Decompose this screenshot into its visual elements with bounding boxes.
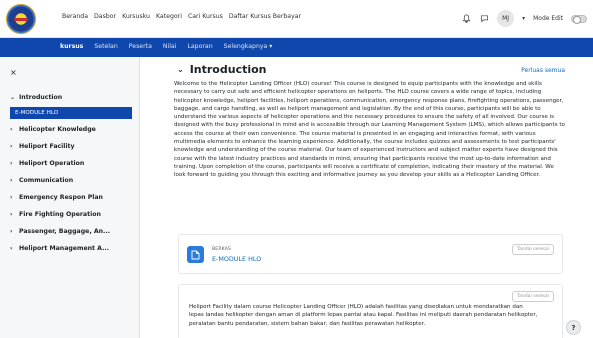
chevron-right-icon[interactable]: › [10, 245, 19, 252]
sidebar-item-label: Communication [19, 177, 74, 184]
chevron-right-icon[interactable]: › [10, 211, 19, 218]
section-header[interactable]: ⌄ Introduction [177, 63, 267, 76]
sidebar-item-label: Heliport Management A... [19, 245, 110, 252]
nav-dasbor[interactable]: Dasbor [94, 13, 116, 20]
user-avatar[interactable]: MJ [497, 10, 515, 27]
edit-mode-toggle[interactable] [571, 14, 587, 24]
chevron-right-icon[interactable]: › [10, 228, 19, 235]
tab-selengkapnya[interactable]: Selengkapnya ▾ [224, 43, 273, 50]
sidebar-item-passenger-baggage[interactable]: › Passenger, Baggage, An... [0, 223, 140, 240]
user-controls: MJ ▾ Mode Edit [461, 10, 587, 27]
sidebar-item-heliport-operation[interactable]: › Heliport Operation [0, 155, 140, 172]
top-navbar: Beranda Dasbor Kursusku Kategori Cari Ku… [0, 0, 593, 38]
chevron-down-icon[interactable]: ▾ [522, 15, 525, 22]
chevron-right-icon[interactable]: › [10, 160, 19, 167]
course-navigation: kursus Setelan Peserta Nilai Laporan Sel… [0, 38, 593, 57]
course-index-sidebar: × ⌄ Introduction E-MODULE HLO › Helicopt… [0, 57, 140, 338]
activity-type-label: BERKAS [212, 247, 232, 252]
activity-card-file: BERKAS E-MODULE HLO Tandai selesai [178, 234, 563, 274]
sidebar-item-introduction[interactable]: ⌄ Introduction [0, 89, 140, 106]
text-card-description: Heliport Facility dalam course Helicopte… [189, 304, 538, 327]
sidebar-item-label: Passenger, Baggage, An... [19, 228, 111, 235]
chevron-right-icon[interactable]: › [10, 126, 19, 133]
course-content: ⌄ Introduction Perluas semua Welcome to … [140, 57, 593, 338]
tab-laporan[interactable]: Laporan [187, 43, 212, 50]
edit-mode-label: Mode Edit [533, 15, 563, 22]
activity-card-text: Tandai selesai Heliport Facility dalam c… [178, 284, 563, 338]
course-index-list: ⌄ Introduction E-MODULE HLO › Helicopter… [0, 89, 140, 257]
sidebar-item-label: Heliport Facility [19, 143, 75, 150]
nav-daftar-kursus-berbayar[interactable]: Daftar Kursus Berbayar [229, 13, 301, 20]
sidebar-item-label: Fire Fighting Operation [19, 211, 101, 218]
chevron-right-icon[interactable]: › [10, 143, 19, 150]
close-icon[interactable]: × [10, 68, 17, 77]
mark-done-button[interactable]: Tandai selesai [511, 291, 554, 302]
notification-bell-icon[interactable] [461, 14, 471, 24]
sidebar-item-label: Introduction [19, 94, 63, 101]
tab-setelan[interactable]: Setelan [94, 43, 117, 50]
sidebar-item-heliport-facility[interactable]: › Heliport Facility [0, 138, 140, 155]
chevron-right-icon[interactable]: › [10, 177, 19, 184]
chevron-down-icon[interactable]: ⌄ [177, 65, 184, 74]
tab-kursus[interactable]: kursus [60, 43, 83, 50]
sidebar-item-label: Helicopter Knowledge [19, 126, 96, 133]
expand-all-link[interactable]: Perluas semua [521, 67, 565, 74]
sidebar-item-fire-fighting-operation[interactable]: › Fire Fighting Operation [0, 206, 140, 223]
sidebar-item-heliport-management[interactable]: › Heliport Management A... [0, 240, 140, 257]
messages-icon[interactable] [479, 14, 489, 24]
section-summary: Welcome to the Helicopter Landing Office… [174, 81, 565, 179]
sidebar-item-label: Heliport Operation [19, 160, 85, 167]
tab-nilai[interactable]: Nilai [163, 43, 177, 50]
chevron-down-icon[interactable]: ⌄ [10, 94, 19, 101]
site-logo-icon[interactable] [6, 4, 36, 34]
file-icon[interactable] [187, 246, 204, 263]
sidebar-subitem-e-module-hlo[interactable]: E-MODULE HLO [10, 107, 132, 119]
sidebar-item-label: Emergency Respon Plan [19, 194, 103, 201]
sidebar-item-emergency-respon-plan[interactable]: › Emergency Respon Plan [0, 189, 140, 206]
help-button[interactable]: ? [566, 320, 581, 335]
nav-beranda[interactable]: Beranda [62, 13, 88, 20]
primary-navigation: Beranda Dasbor Kursusku Kategori Cari Ku… [62, 13, 301, 20]
tab-peserta[interactable]: Peserta [129, 43, 152, 50]
e-module-hlo-link[interactable]: E-MODULE HLO [212, 255, 261, 263]
nav-cari-kursus[interactable]: Cari Kursus [188, 13, 223, 20]
sidebar-item-helicopter-knowledge[interactable]: › Helicopter Knowledge [0, 121, 140, 138]
nav-kategori[interactable]: Kategori [156, 13, 182, 20]
section-title: Introduction [189, 63, 267, 76]
nav-kursusku[interactable]: Kursusku [122, 13, 150, 20]
mark-done-button[interactable]: Tandai selesai [511, 244, 554, 255]
sidebar-item-communication[interactable]: › Communication [0, 172, 140, 189]
chevron-right-icon[interactable]: › [10, 194, 19, 201]
